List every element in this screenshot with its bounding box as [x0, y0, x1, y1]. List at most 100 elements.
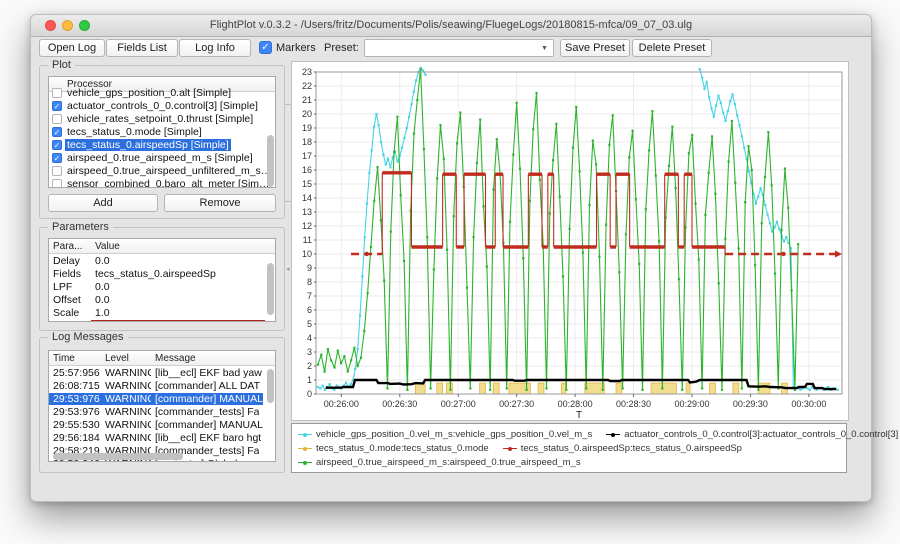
legend-entry: vehicle_gps_position_0.vel_m_s:vehicle_g…: [298, 429, 592, 440]
svg-text:00:28:00: 00:28:00: [558, 399, 593, 409]
log-message-row[interactable]: 29:55:530WARNING[commander] MANUAL: [49, 418, 275, 431]
log-message-row[interactable]: 29:56:184WARNING[lib__ecl] EKF baro hgt: [49, 431, 275, 444]
parameter-name: LPF: [49, 281, 91, 293]
processor-row[interactable]: ✓airspeed_0.true_airspeed_m_s [Simple]: [49, 151, 275, 164]
checked-checkbox[interactable]: ✓: [52, 140, 62, 150]
processor-label: vehicle_rates_setpoint_0.thrust [Simple]: [65, 113, 255, 125]
log-time: 29:53:976: [49, 406, 101, 418]
chevron-down-icon[interactable]: ▼: [538, 43, 551, 54]
log-message-row[interactable]: 25:57:956WARNING[lib__ecl] EKF bad yaw: [49, 366, 275, 379]
remove-button[interactable]: Remove: [164, 194, 276, 212]
parameter-value: 1.0: [91, 307, 110, 319]
checked-checkbox[interactable]: ✓: [52, 153, 62, 163]
legend-label: actuator_controls_0_0.control[3]:actuato…: [624, 429, 898, 440]
checked-checkbox[interactable]: ✓: [52, 101, 62, 111]
processor-row[interactable]: sensor_combined_0.baro_alt_meter [Simple…: [49, 177, 275, 188]
parameter-row[interactable]: Fieldstecs_status_0.airspeedSp: [49, 267, 275, 280]
svg-text:5: 5: [307, 319, 312, 329]
unchecked-checkbox[interactable]: [52, 88, 62, 98]
processor-row[interactable]: ✓actuator_controls_0_0.control[3] [Simpl…: [49, 99, 275, 112]
log-time: 29:56:184: [49, 432, 101, 444]
title-bar: FlightPlot v.0.3.2 - /Users/fritz/Docume…: [31, 15, 871, 37]
processor-label: actuator_controls_0_0.control[3] [Simple…: [65, 100, 260, 112]
chart-legend: vehicle_gps_position_0.vel_m_s:vehicle_g…: [291, 423, 847, 473]
parameters-table[interactable]: Para... Value Delay0.0Fieldstecs_status_…: [48, 238, 276, 322]
legend-marker-icon: [298, 461, 312, 464]
processor-row[interactable]: ✓tecs_status_0.airspeedSp [Simple]: [49, 138, 275, 151]
svg-text:23: 23: [302, 67, 312, 77]
svg-text:00:30:00: 00:30:00: [791, 399, 826, 409]
log-vertical-scrollbar[interactable]: [267, 369, 274, 403]
parameters-panel-title: Parameters: [48, 221, 113, 233]
processor-label: sensor_combined_0.baro_alt_meter [Simple…: [65, 178, 275, 189]
open-log-button[interactable]: Open Log: [39, 39, 105, 57]
add-button[interactable]: Add: [48, 194, 158, 212]
window-title: FlightPlot v.0.3.2 - /Users/fritz/Docume…: [31, 19, 871, 31]
log-horizontal-scrollbar[interactable]: [53, 453, 183, 460]
parameter-value: 0.0: [91, 255, 110, 267]
svg-text:13: 13: [302, 207, 312, 217]
unchecked-checkbox[interactable]: [52, 114, 62, 124]
log-info-button[interactable]: Log Info: [179, 39, 251, 57]
parameter-row[interactable]: Color...: [49, 319, 275, 322]
delete-preset-button[interactable]: Delete Preset: [632, 39, 712, 57]
log-message: [commander_tests] Fa: [151, 406, 259, 418]
save-preset-button[interactable]: Save Preset: [560, 39, 630, 57]
processor-row[interactable]: vehicle_gps_position_0.alt [Simple]: [49, 86, 275, 99]
parameter-row[interactable]: Offset0.0: [49, 293, 275, 306]
color-swatch[interactable]: [91, 320, 265, 322]
svg-text:4: 4: [307, 333, 312, 343]
chart-panel[interactable]: 0123456789101112131415161718192021222300…: [291, 61, 849, 421]
log-time: 29:55:530: [49, 419, 101, 431]
checked-checkbox[interactable]: ✓: [52, 127, 62, 137]
svg-text:1: 1: [307, 375, 312, 385]
log-messages-table[interactable]: Time Level Message 25:57:956WARNING[lib_…: [48, 350, 276, 462]
processor-label: airspeed_0.true_airspeed_unfiltered_m_s …: [65, 165, 275, 177]
parameter-name: Scale: [49, 307, 91, 319]
log-time: 25:57:956: [49, 367, 101, 379]
log-message-row[interactable]: 29:53:976WARNING[commander] MANUAL: [49, 392, 275, 405]
processor-row[interactable]: airspeed_0.true_airspeed_unfiltered_m_s …: [49, 164, 275, 177]
processor-label: tecs_status_0.mode [Simple]: [65, 126, 204, 138]
processor-row[interactable]: vehicle_rates_setpoint_0.thrust [Simple]: [49, 112, 275, 125]
parameters-panel: Parameters Para... Value Delay0.0Fieldst…: [39, 227, 285, 331]
processor-list-scrollbar[interactable]: [267, 135, 274, 187]
log-message-row[interactable]: 26:08:715WARNING[commander] ALL DAT: [49, 379, 275, 392]
log-message-row[interactable]: 29:53:976WARNING[commander_tests] Fa: [49, 405, 275, 418]
svg-text:9: 9: [307, 263, 312, 273]
legend-marker-icon: [503, 447, 517, 450]
processor-label: tecs_status_0.airspeedSp [Simple]: [65, 139, 231, 151]
svg-text:20: 20: [302, 109, 312, 119]
preset-combobox[interactable]: ▼: [364, 39, 554, 57]
svg-text:2: 2: [307, 361, 312, 371]
svg-text:18: 18: [302, 137, 312, 147]
log-level: WARNING: [101, 367, 151, 379]
split-collapse-arrow-icon[interactable]: ◂: [286, 265, 290, 273]
legend-entry: actuator_controls_0_0.control[3]:actuato…: [606, 429, 898, 440]
parameters-scrollbar[interactable]: [267, 263, 274, 315]
markers-label: Markers: [276, 42, 316, 54]
log-message: [lib__ecl] EKF bad yaw: [151, 367, 262, 379]
parameter-name: Color...: [49, 320, 91, 323]
parameter-row[interactable]: Scale1.0: [49, 306, 275, 319]
unchecked-checkbox[interactable]: [52, 166, 62, 176]
plot-panel-title: Plot: [48, 59, 75, 71]
processor-row[interactable]: ✓tecs_status_0.mode [Simple]: [49, 125, 275, 138]
markers-checkbox[interactable]: ✓: [259, 41, 272, 54]
svg-text:00:26:30: 00:26:30: [382, 399, 417, 409]
plot-panel: Plot Processor vehicle_gps_position_0.al…: [39, 65, 285, 219]
unchecked-checkbox[interactable]: [52, 179, 62, 189]
parameter-value: 0.0: [91, 294, 110, 306]
parameter-value: 0.0: [91, 281, 110, 293]
fields-list-button[interactable]: Fields List: [106, 39, 178, 57]
svg-text:11: 11: [303, 235, 312, 245]
svg-text:6: 6: [307, 305, 312, 315]
processor-list[interactable]: Processor vehicle_gps_position_0.alt [Si…: [48, 76, 276, 188]
svg-text:14: 14: [302, 193, 312, 203]
log-messages-panel: Log Messages Time Level Message 25:57:95…: [39, 337, 285, 473]
parameter-row[interactable]: LPF0.0: [49, 280, 275, 293]
parameter-row[interactable]: Delay0.0: [49, 254, 275, 267]
plot-canvas[interactable]: 0123456789101112131415161718192021222300…: [292, 62, 848, 420]
legend-entry: airspeed_0.true_airspeed_m_s:airspeed_0.…: [298, 457, 581, 468]
parameter-name: Offset: [49, 294, 91, 306]
